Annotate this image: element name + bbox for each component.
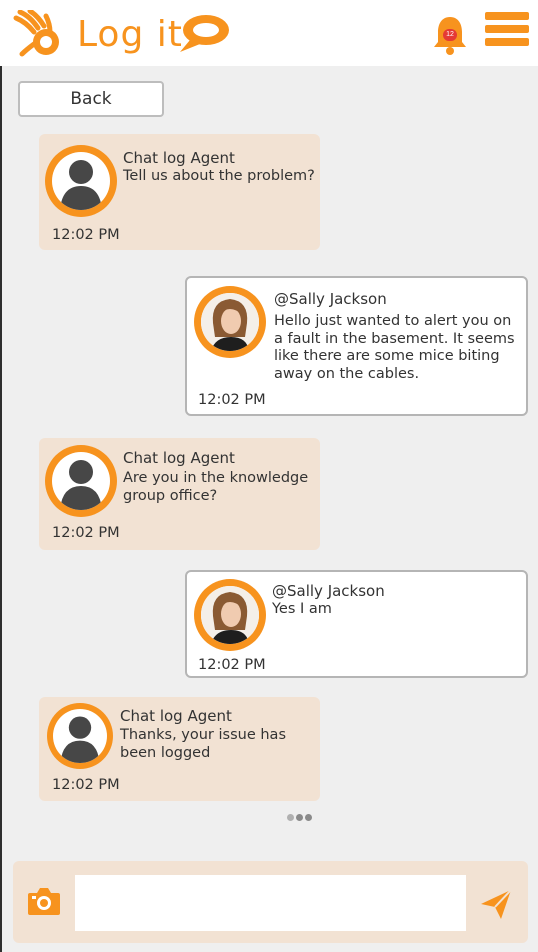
message-sender: Chat log Agent [120,707,232,725]
message-text: Yes I am [272,601,332,617]
message-text: Thanks, your issue has been logged [120,727,286,761]
message-time: 12:02 PM [52,227,120,243]
app-title: Log it [77,14,183,55]
notification-count-badge: 12 [443,29,457,41]
chat-message-agent: Chat log Agent Tell us about the problem… [39,134,320,250]
typing-indicator [287,808,314,826]
back-button[interactable]: Back [18,81,164,117]
camera-icon[interactable] [26,885,62,917]
message-composer [13,861,528,943]
chat-message-user: @Sally Jackson Yes I am 12:02 PM [185,570,528,678]
menu-bar [485,38,529,46]
person-silhouette-icon [60,460,102,510]
typing-dot [296,814,303,821]
user-avatar [194,579,266,651]
typing-dot [287,814,294,821]
message-time: 12:02 PM [198,392,266,408]
message-sender: Chat log Agent [123,449,235,467]
hand-logo-icon [13,10,59,57]
message-sender: @Sally Jackson [274,290,387,308]
message-text: Are you in the knowledge group office? [123,470,309,504]
message-time: 12:02 PM [52,525,120,541]
person-silhouette-icon [60,160,102,210]
message-text: Tell us about the problem? [123,168,315,184]
message-time: 12:02 PM [52,777,120,793]
message-time: 12:02 PM [198,657,266,673]
chat-message-agent: Chat log Agent Thanks, your issue has be… [39,697,320,801]
person-silhouette-icon [60,716,100,763]
agent-avatar [45,445,117,517]
chat-message-agent: Chat log Agent Are you in the knowledge … [39,438,320,550]
typing-dot [305,814,312,821]
message-text: Hello just wanted to alert you on a faul… [274,313,515,382]
message-sender: Chat log Agent [123,149,235,167]
woman-portrait-icon [201,293,259,351]
send-icon[interactable] [479,887,513,921]
app-header: Log it 12 [0,0,538,66]
speech-bubble-logo-icon [180,15,229,52]
chat-message-user: @Sally Jackson Hello just wanted to aler… [185,276,528,416]
agent-avatar [45,145,117,217]
menu-bar [485,25,529,33]
woman-portrait-icon [201,586,259,644]
window-edge [0,66,2,952]
menu-icon[interactable] [485,12,529,52]
user-avatar [194,286,266,358]
message-sender: @Sally Jackson [272,582,385,600]
menu-bar [485,12,529,20]
agent-avatar [47,703,113,769]
message-input[interactable] [75,875,466,931]
